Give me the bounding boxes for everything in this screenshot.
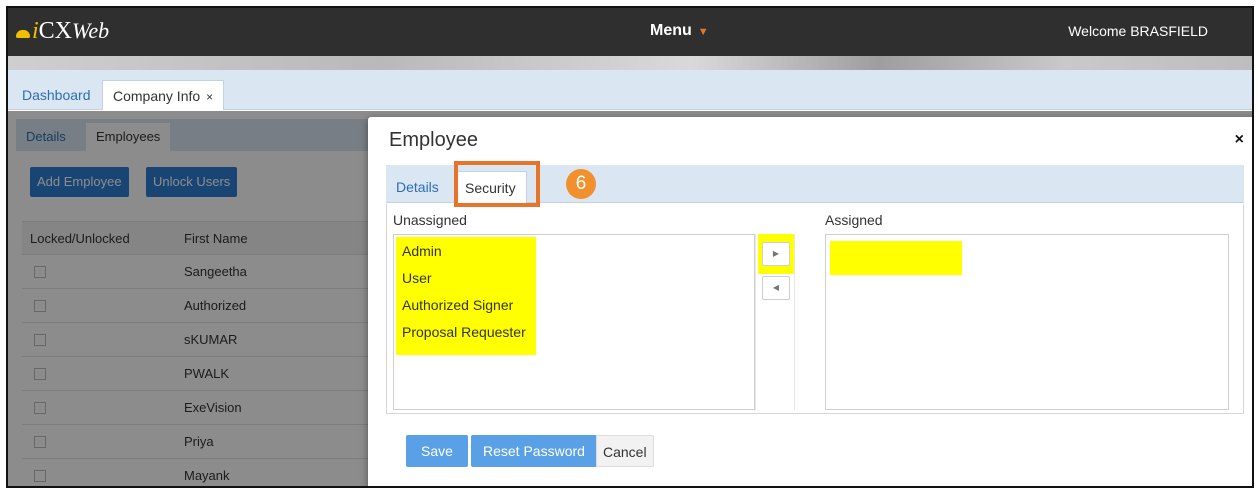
close-icon[interactable]: ×: [1235, 131, 1244, 149]
caret-down-icon: ▼: [697, 26, 709, 38]
logo-i: i: [32, 18, 39, 44]
main-tab-strip: Dashboard Company Info ×: [8, 70, 1252, 110]
tab-company-info[interactable]: Company Info ×: [102, 80, 225, 110]
app-window: i CX Web Menu ▼ Welcome BRASFIELD Dashboa…: [6, 6, 1254, 488]
logo-cx: CX: [38, 18, 73, 44]
step-number-badge: 6: [566, 169, 596, 199]
move-right-button[interactable]: ▶: [762, 242, 790, 266]
tab-dashboard[interactable]: Dashboard: [12, 80, 101, 110]
yellow-highlight: [830, 241, 962, 275]
security-panel: Unassigned Assigned Admin User Authorize…: [386, 204, 1244, 414]
menu-label: Menu: [650, 22, 692, 39]
save-button[interactable]: Save: [406, 435, 468, 467]
close-tab-icon[interactable]: ×: [206, 90, 213, 104]
transfer-buttons: ▶ ◀: [755, 234, 795, 410]
unassigned-label: Unassigned: [393, 212, 467, 228]
list-item[interactable]: Proposal Requester: [402, 324, 526, 340]
arrow-right-icon: ▶: [772, 249, 780, 258]
move-left-button[interactable]: ◀: [762, 276, 790, 300]
list-item[interactable]: Admin: [402, 243, 442, 259]
employee-modal: Employee × Details Security 6 Unassigned…: [368, 117, 1252, 486]
menu-dropdown[interactable]: Menu ▼: [650, 22, 709, 40]
assigned-roles-list[interactable]: [825, 234, 1229, 410]
reset-password-button[interactable]: Reset Password: [471, 435, 597, 467]
assigned-label: Assigned: [825, 212, 883, 228]
cancel-button[interactable]: Cancel: [596, 435, 654, 467]
tab-details[interactable]: Details: [386, 171, 449, 203]
unassigned-roles-list[interactable]: Admin User Authorized Signer Proposal Re…: [393, 234, 755, 410]
list-item[interactable]: Authorized Signer: [402, 297, 513, 313]
logo-web: Web: [72, 18, 110, 43]
app-logo[interactable]: i CX Web: [16, 18, 109, 45]
header-banner: [8, 56, 1252, 70]
callout-highlight-box: [454, 161, 540, 207]
modal-title: Employee: [389, 129, 478, 151]
hard-hat-icon: [16, 30, 30, 38]
list-item[interactable]: User: [402, 270, 432, 286]
welcome-user[interactable]: Welcome BRASFIELD: [1068, 23, 1208, 39]
arrow-left-icon: ◀: [772, 283, 780, 292]
tab-company-info-label: Company Info: [113, 88, 201, 104]
tab-dashboard-label: Dashboard: [22, 87, 91, 103]
top-header: i CX Web Menu ▼ Welcome BRASFIELD: [8, 8, 1252, 56]
